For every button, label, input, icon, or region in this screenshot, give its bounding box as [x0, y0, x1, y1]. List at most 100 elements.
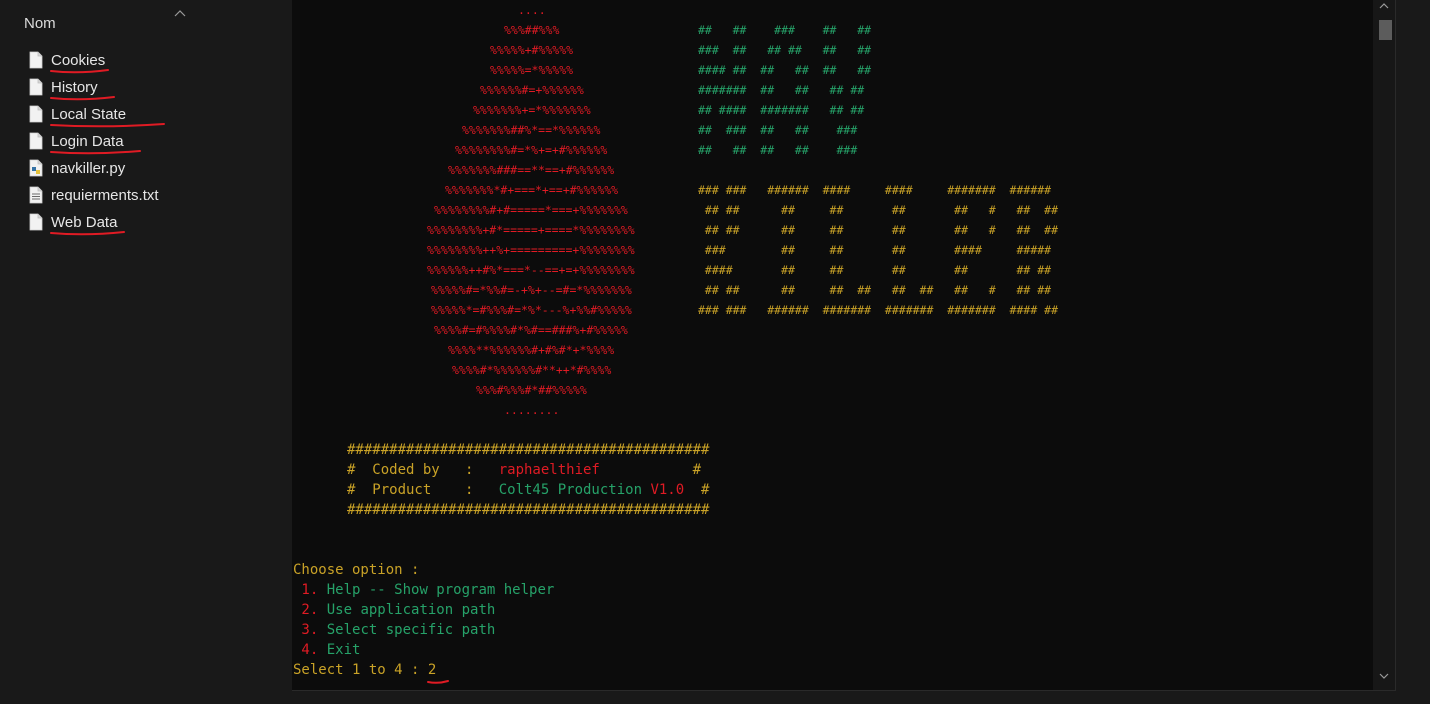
scrollbar-thumb[interactable]	[1379, 20, 1392, 40]
logo-art-row: ....	[518, 0, 546, 20]
logo-art-line: %%%%%%%*#+===*+==+#%%%%%%	[445, 183, 619, 197]
banner-coded-by-label: # Coded by :	[347, 462, 499, 478]
logo-art-row: %%%%%%#=+%%%%%%	[480, 80, 584, 100]
nav-art-row: ### ## ## ## ## ##	[698, 40, 871, 60]
logo-art-line: %%%%%%%%+#*=====+====*%%%%%%%%	[427, 223, 635, 237]
logo-art-row: %%%%%=*%%%%%	[490, 60, 573, 80]
banner-edge: #	[684, 482, 710, 498]
menu-option: 1. Help -- Show program helper	[293, 580, 554, 600]
logo-art-line: %%%%%%%%#+#=====*===+%%%%%%%	[434, 203, 628, 217]
banner-top: ########################################…	[347, 440, 709, 460]
logo-art-row: %%%%%%++#%*===*--==+=+%%%%%%%%	[427, 260, 635, 280]
killer-art-line: ### ## ## ## #### #####	[698, 243, 1052, 257]
nav-art-line: ## #### ####### ## ##	[698, 103, 865, 117]
nav-art-row: #### ## ## ## ## ##	[698, 60, 871, 80]
logo-art-row: ........	[504, 400, 559, 420]
logo-art-row: %%%%#=#%%%%#*%#==###%+#%%%%%	[434, 320, 628, 340]
logo-art-line: %%%%#=#%%%%#*%#==###%+#%%%%%	[434, 323, 628, 337]
killer-art-line: ### ### ###### ####### ####### ####### #…	[698, 303, 1059, 317]
menu-title-row: Choose option :	[293, 560, 419, 580]
logo-art-line: %%%%**%%%%%%#+#%#*+*%%%%	[448, 343, 615, 357]
sort-ascending-icon[interactable]	[174, 8, 186, 18]
logo-art-row: %%%%**%%%%%%#+#%#*+*%%%%	[448, 340, 614, 360]
logo-art-row: %%%%%%%%+#*=====+====*%%%%%%%%	[427, 220, 635, 240]
menu-option: 2. Use application path	[293, 600, 495, 620]
nav-art-line: ## ## ## ## ###	[698, 143, 858, 157]
nav-art-line: ####### ## ## ## ##	[698, 83, 865, 97]
killer-art-row: ## ## ## ## ## ## ## ## # ## ##	[698, 280, 1051, 300]
file-icon	[29, 78, 43, 96]
red-underline-annotation	[50, 96, 115, 101]
red-underline-annotation	[50, 69, 109, 74]
red-underline-annotation	[50, 231, 125, 236]
nav-art-row: ####### ## ## ## ##	[698, 80, 864, 100]
killer-art-row: ### ### ###### #### #### ####### ######	[698, 180, 1051, 200]
nav-art-row: ## ## ## ## ###	[698, 140, 857, 160]
logo-art-line: %%%%%%%%++%+=========+%%%%%%%%	[427, 243, 635, 257]
text-file-icon	[29, 186, 43, 204]
killer-art-row: ### ### ###### ####### ####### ####### #…	[698, 300, 1058, 320]
banner-coded-by-row: # Coded by : raphaelthief #	[347, 460, 701, 480]
file-icon	[29, 132, 43, 150]
file-icon	[29, 105, 43, 123]
python-file-icon	[29, 159, 43, 177]
killer-art-line: ## ## ## ## ## ## # ## ##	[698, 223, 1059, 237]
select-prompt: Select 1 to 4 :	[293, 662, 428, 678]
banner-product-row: # Product : Colt45 Production V1.0 #	[347, 480, 709, 500]
logo-art-line: %%%%%%++#%*===*--==+=+%%%%%%%%	[427, 263, 635, 277]
banner-edge: #	[599, 462, 702, 478]
logo-art-line: %%%%%%#=+%%%%%%	[480, 83, 584, 97]
nav-art-row: ## #### ####### ## ##	[698, 100, 864, 120]
logo-art-row: %%%%%%%###==**==+#%%%%%%	[448, 160, 614, 180]
terminal-window[interactable]: .... %%%##%%% %%%%%+#%%%%% %%%%%=*%%%%%%%%%…	[292, 0, 1396, 691]
menu-option-number: 2.	[293, 602, 319, 618]
banner-bottom: ########################################…	[347, 500, 709, 520]
red-underline-annotation	[50, 123, 165, 128]
logo-art-row: %%%%%%%%#+#=====*===+%%%%%%%	[434, 200, 628, 220]
menu-option-text: Use application path	[318, 602, 496, 618]
logo-art-line: %%%%%*=#%%%#=*%*---%+%%#%%%%%	[431, 303, 632, 317]
banner-product-version: V1.0	[650, 482, 685, 498]
logo-art-line: ........	[504, 403, 560, 417]
column-header-name[interactable]: Nom	[0, 8, 292, 38]
nav-art-line: ### ## ## ## ## ##	[698, 43, 872, 57]
logo-art-line: %%%%%+#%%%%%	[490, 43, 574, 57]
nav-art-line: ## ## ### ## ##	[698, 23, 872, 37]
logo-art-row: %%%%%%%*#+===*+==+#%%%%%%	[445, 180, 618, 200]
banner-author: raphaelthief	[498, 462, 600, 478]
killer-art-row: ### ## ## ## #### #####	[698, 240, 1051, 260]
nav-art-row: ## ## ### ## ##	[698, 20, 871, 40]
terminal-output: .... %%%##%%% %%%%%+#%%%%% %%%%%=*%%%%%%%%%…	[292, 0, 1372, 688]
banner-border: ########################################…	[347, 442, 710, 458]
killer-art-line: ## ## ## ## ## ## # ## ##	[698, 203, 1059, 217]
banner-product-name: Colt45 Production	[498, 482, 651, 498]
terminal-scrollbar[interactable]	[1373, 0, 1395, 690]
killer-art-line: #### ## ## ## ## ## ##	[698, 263, 1052, 277]
file-icon	[29, 51, 43, 69]
logo-art-line: %%%%%#=*%%#=-+%+--=#=*%%%%%%%	[431, 283, 632, 297]
logo-art-row: %%%%#*%%%%%%#**++*#%%%%	[452, 360, 611, 380]
menu-option-number: 3.	[293, 622, 319, 638]
menu-title: Choose option :	[293, 562, 420, 578]
nav-art-line: #### ## ## ## ## ##	[698, 63, 872, 77]
red-underline-annotation	[50, 150, 141, 155]
menu-option-number: 1.	[293, 582, 319, 598]
logo-art-line: %%%%%%%+=*%%%%%%%	[473, 103, 591, 117]
logo-art-line: %%%##%%%	[504, 23, 560, 37]
logo-art-row: %%%%%%%##%*==*%%%%%%	[462, 120, 600, 140]
chevron-up-icon[interactable]	[1379, 2, 1389, 10]
logo-art-line: %%%%#*%%%%%%#**++*#%%%%	[452, 363, 612, 377]
menu-option-text: Select specific path	[318, 622, 496, 638]
file-name: requierments.txt	[51, 187, 159, 204]
nav-art-line: ## ### ## ## ###	[698, 123, 858, 137]
logo-art-row: %%%%%%%+=*%%%%%%%	[473, 100, 591, 120]
logo-art-line: %%%%%%%%#=*%+=+#%%%%%%	[455, 143, 608, 157]
prompt-input-value: 2	[427, 662, 437, 678]
file-icon	[29, 213, 43, 231]
logo-art-row: %%%%%#=*%%#=-+%+--=#=*%%%%%%%	[431, 280, 632, 300]
logo-art-line: %%%%%=*%%%%%	[490, 63, 574, 77]
logo-art-row: %%%#%%%#*##%%%%%	[476, 380, 587, 400]
menu-option-text: Exit	[318, 642, 361, 658]
chevron-down-icon[interactable]	[1379, 672, 1389, 680]
logo-art-row: %%%%%*=#%%%#=*%*---%+%%#%%%%%	[431, 300, 632, 320]
